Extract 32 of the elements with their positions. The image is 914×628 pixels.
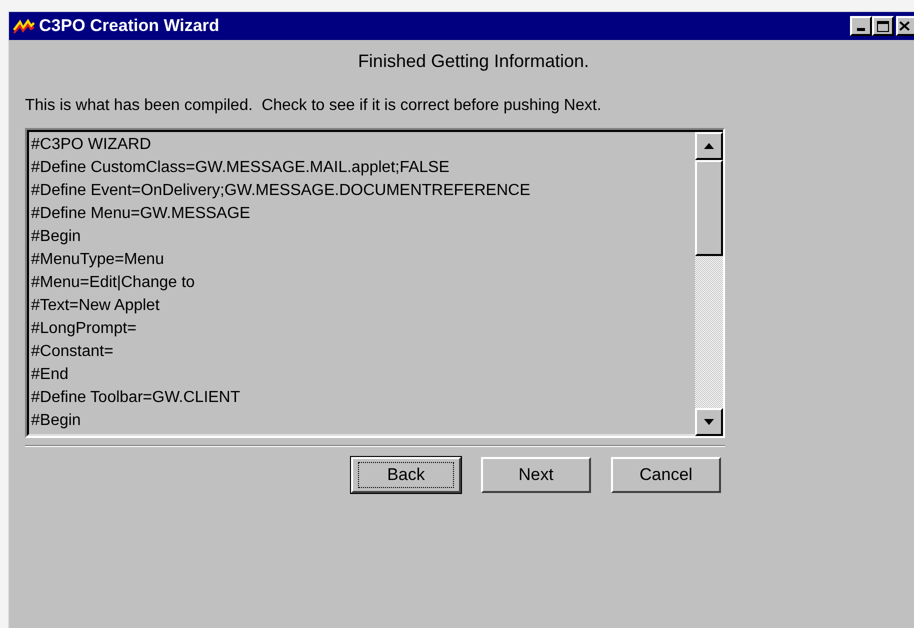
listing-line: #LongPrompt=	[31, 319, 138, 339]
scroll-thumb[interactable]	[695, 160, 723, 256]
vertical-scrollbar[interactable]	[695, 130, 723, 436]
scroll-down-button[interactable]	[695, 408, 723, 436]
scroll-up-button[interactable]	[695, 132, 723, 160]
wizard-button[interactable]: Cancel	[611, 457, 721, 493]
up-arrow-icon	[704, 143, 714, 149]
down-arrow-icon	[704, 419, 714, 425]
listing-line: #Define Menu=GW.MESSAGE	[31, 204, 252, 224]
listing-line: #C3PO WIZARD	[31, 135, 152, 155]
wizard-button[interactable]: Next	[481, 457, 591, 493]
listing-line: #MenuType=Menu	[31, 250, 165, 270]
wizard-button[interactable]: Back	[351, 457, 461, 493]
maximize-icon	[877, 20, 889, 32]
listing-line: #Define CustomClass=GW.MESSAGE.MAIL.applet;FALSE	[31, 158, 450, 178]
window-title: C3PO Creation Wizard	[39, 15, 220, 38]
listing-line: #Menu=Edit|Change to	[31, 273, 196, 293]
listing-line: #Define Event=OnDelivery;GW.MESSAGE.DOCUMENTREFERENCE	[31, 181, 532, 201]
listing-line: #Begin	[31, 227, 82, 247]
listing-line: #Begin	[31, 411, 82, 431]
zigzag-logo-icon	[13, 18, 35, 34]
minimize-button[interactable]	[850, 16, 872, 36]
close-button[interactable]	[896, 16, 914, 36]
page-heading: Finished Getting Information.	[356, 50, 590, 73]
maximize-button[interactable]	[872, 16, 894, 36]
minimize-icon	[857, 28, 865, 31]
close-icon	[899, 21, 910, 31]
listing-line: #Define Toolbar=GW.CLIENT	[31, 388, 242, 408]
instruction-text: This is what has been compiled. Check to see if it is correct before pushing Next.	[25, 96, 602, 116]
listing-line: #End	[31, 365, 70, 385]
listing-line: #Constant=	[31, 342, 114, 362]
listing-line: #Text=New Applet	[31, 296, 161, 316]
